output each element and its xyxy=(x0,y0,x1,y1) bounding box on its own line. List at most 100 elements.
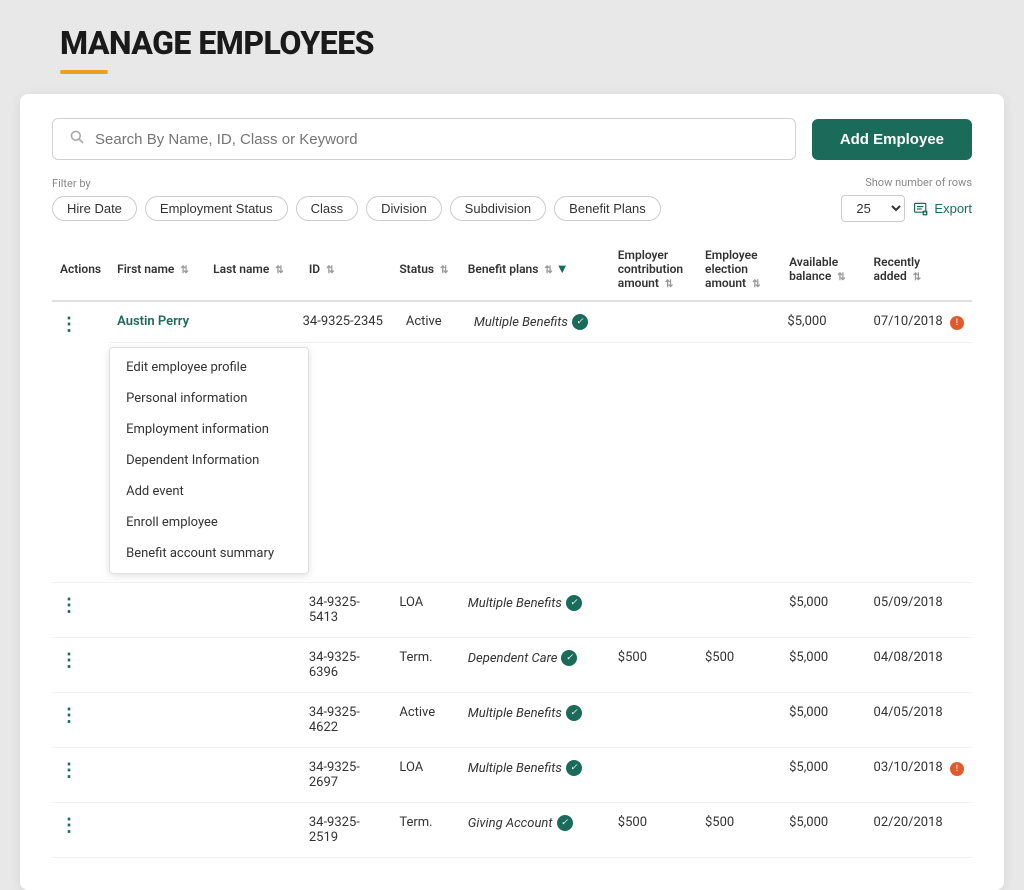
sort-status-icon: ⇅ xyxy=(440,265,448,276)
filter-chips: Hire Date Employment Status Class Divisi… xyxy=(52,196,661,221)
recently-added: 03/10/2018 ! xyxy=(866,748,972,803)
dropdown-add-event[interactable]: Add event xyxy=(110,476,308,507)
th-employee[interactable]: Employeeelectionamount ⇅ xyxy=(697,238,781,301)
recently-added: 02/20/2018 xyxy=(866,803,972,858)
row-actions-button[interactable]: ⋮ xyxy=(60,760,79,781)
page-title: MANAGE EMPLOYEES xyxy=(20,0,1004,62)
dropdown-dependent-info[interactable]: Dependent Information xyxy=(110,445,308,476)
export-button[interactable]: Export xyxy=(913,201,972,217)
filter-chip-hire-date[interactable]: Hire Date xyxy=(52,196,137,221)
filter-chip-subdivision[interactable]: Subdivision xyxy=(450,196,547,221)
available-balance: $5,000 xyxy=(781,638,865,693)
employee-name xyxy=(109,583,205,638)
employer-contribution xyxy=(610,693,697,748)
employee-lastname xyxy=(204,302,295,343)
filter-chip-class[interactable]: Class xyxy=(296,196,359,221)
th-status[interactable]: Status ⇅ xyxy=(391,238,459,301)
filter-left: Filter by Hire Date Employment Status Cl… xyxy=(52,177,661,221)
rows-controls: 25 50 100 xyxy=(841,195,972,222)
employer-contribution: $500 xyxy=(610,638,697,693)
table-row-data: Austin Perry 34-9325-2345 Active Multipl… xyxy=(109,302,972,343)
employee-election xyxy=(697,693,781,748)
benefits-expand-icon[interactable]: ▼ xyxy=(556,262,569,277)
employer-contribution xyxy=(610,583,697,638)
recently-added: 07/10/2018 ! xyxy=(866,302,972,343)
employee-lastname xyxy=(205,748,301,803)
main-card: Add Employee Filter by Hire Date Employm… xyxy=(20,94,1004,890)
add-employee-button[interactable]: Add Employee xyxy=(812,119,972,160)
employee-election xyxy=(697,583,781,638)
row-actions-button[interactable]: ⋮ xyxy=(60,705,79,726)
th-employer[interactable]: Employercontributionamount ⇅ xyxy=(610,238,697,301)
available-balance: $5,000 xyxy=(781,693,865,748)
filter-chip-benefit-plans[interactable]: Benefit Plans xyxy=(554,196,661,221)
benefit-check-icon: ✓ xyxy=(566,705,582,721)
dropdown-edit-profile[interactable]: Edit employee profile xyxy=(110,352,308,383)
rows-select[interactable]: 25 50 100 xyxy=(841,195,905,222)
employee-benefits: Multiple Benefits ✓ xyxy=(460,693,610,733)
employee-benefits: Multiple Benefits ✓ xyxy=(460,583,610,623)
th-lastname[interactable]: Last name ⇅ xyxy=(205,238,301,301)
employee-id: 34-9325-2697 xyxy=(301,748,392,803)
th-firstname[interactable]: First name ⇅ xyxy=(109,238,205,301)
dropdown-enroll-employee[interactable]: Enroll employee xyxy=(110,507,308,538)
search-row: Add Employee xyxy=(52,118,972,160)
employee-status: Term. xyxy=(391,803,459,858)
available-balance: $5,000 xyxy=(781,748,865,803)
dropdown-content: Edit employee profile Personal informati… xyxy=(109,347,972,583)
dropdown-employment-info[interactable]: Employment information xyxy=(110,414,308,445)
employee-benefits: Giving Account ✓ xyxy=(460,803,610,843)
employee-election xyxy=(697,748,781,803)
actions-dropdown: Edit employee profile Personal informati… xyxy=(109,347,309,574)
employee-lastname xyxy=(205,803,301,858)
row-actions-button[interactable]: ⋮ xyxy=(60,314,79,335)
employee-status: LOA xyxy=(391,583,459,638)
th-benefits[interactable]: Benefit plans ⇅ ▼ xyxy=(460,238,610,301)
search-box xyxy=(52,118,796,160)
benefit-check-icon: ✓ xyxy=(557,815,573,831)
employee-status: Active xyxy=(398,302,466,343)
employee-lastname xyxy=(205,638,301,693)
benefit-check-icon: ✓ xyxy=(561,650,577,666)
employee-name xyxy=(109,803,205,858)
th-id[interactable]: ID ⇅ xyxy=(301,238,392,301)
dropdown-personal-info[interactable]: Personal information xyxy=(110,383,308,414)
th-balance[interactable]: Availablebalance ⇅ xyxy=(781,238,865,301)
employee-election: $500 xyxy=(697,638,781,693)
employee-name xyxy=(109,638,205,693)
employee-name xyxy=(109,748,205,803)
employee-lastname xyxy=(205,583,301,638)
recently-added: 04/08/2018 xyxy=(866,638,972,693)
search-input[interactable] xyxy=(95,131,779,148)
dropdown-benefit-summary[interactable]: Benefit account summary xyxy=(110,538,308,569)
actions-cell: ⋮ xyxy=(52,301,109,347)
actions-cell: ⋮ xyxy=(52,693,109,748)
search-icon xyxy=(69,129,85,149)
filter-label: Filter by xyxy=(52,177,661,190)
actions-cell: ⋮ xyxy=(52,638,109,693)
employee-id: 34-9325-5413 xyxy=(301,583,392,638)
row-actions-button[interactable]: ⋮ xyxy=(60,595,79,616)
actions-cell: ⋮ xyxy=(52,583,109,638)
recently-added: 04/05/2018 xyxy=(866,693,972,748)
actions-cell: ⋮ xyxy=(52,803,109,858)
employee-name-link[interactable]: Austin Perry xyxy=(117,314,189,329)
available-balance: $5,000 xyxy=(781,583,865,638)
actions-cell: ⋮ xyxy=(52,748,109,803)
table-row: ⋮ 34-9325-2519 Term. Giving Account ✓ $5… xyxy=(52,803,972,858)
employee-id: 34-9325-4622 xyxy=(301,693,392,748)
employee-benefits: Multiple Benefits ✓ xyxy=(466,302,616,342)
row-actions-button[interactable]: ⋮ xyxy=(60,650,79,671)
row-actions-button[interactable]: ⋮ xyxy=(60,815,79,836)
table-row: ⋮ 34-9325-2697 LOA Multiple Benefits ✓ xyxy=(52,748,972,803)
employee-id: 34-9325-2519 xyxy=(301,803,392,858)
dropdown-row: Edit employee profile Personal informati… xyxy=(52,347,972,583)
title-underline xyxy=(60,70,108,74)
sort-recently-icon: ⇅ xyxy=(913,272,921,283)
filter-chip-employment-status[interactable]: Employment Status xyxy=(145,196,288,221)
filter-right: Show number of rows 25 50 100 xyxy=(841,176,972,222)
benefit-check-icon: ✓ xyxy=(566,760,582,776)
dropdown-spacer xyxy=(52,347,109,583)
filter-chip-division[interactable]: Division xyxy=(366,196,442,221)
th-recently[interactable]: Recentlyadded ⇅ xyxy=(866,238,972,301)
